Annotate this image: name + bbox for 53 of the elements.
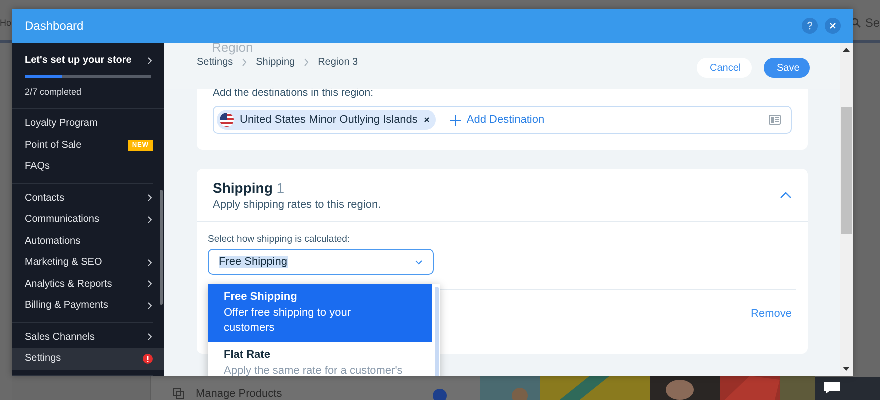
progress-text: 2/7 completed bbox=[25, 87, 82, 97]
dropdown-option[interactable]: Free Shipping Offer free shipping to your customers bbox=[208, 284, 432, 342]
sidebar-item[interactable]: Communications bbox=[12, 209, 153, 230]
sidebar-item[interactable]: Billing & Payments bbox=[12, 295, 153, 316]
breadcrumb-link[interactable]: Shipping bbox=[256, 57, 296, 68]
products-icon bbox=[173, 388, 185, 400]
help-icon[interactable] bbox=[802, 18, 818, 34]
breadcrumb-link[interactable]: Settings bbox=[197, 57, 234, 68]
add-destination-link[interactable]: Add Destination bbox=[446, 114, 549, 126]
plus-icon bbox=[450, 114, 461, 126]
window-title: Dashboard bbox=[25, 19, 84, 33]
chevron-right-icon bbox=[147, 333, 153, 342]
scroll-up-icon[interactable] bbox=[843, 48, 850, 52]
sidebar-item[interactable]: Automations bbox=[12, 230, 153, 252]
scrollbar-thumb[interactable] bbox=[435, 287, 439, 376]
scroll-down-icon[interactable] bbox=[843, 367, 850, 371]
chevron-right-icon bbox=[147, 216, 153, 224]
scrollbar-thumb[interactable] bbox=[160, 190, 163, 305]
chevron-up-icon[interactable] bbox=[780, 192, 792, 199]
chat-icon bbox=[823, 381, 841, 395]
destination-tag[interactable]: United States Minor Outlying Islands bbox=[217, 110, 436, 130]
sidebar-item[interactable]: Contacts bbox=[12, 188, 153, 209]
chevron-right-icon bbox=[242, 58, 248, 67]
flag-icon bbox=[220, 113, 234, 127]
sidebar-item[interactable]: Analytics & Reports bbox=[12, 274, 153, 295]
chevron-right-icon bbox=[147, 194, 153, 202]
search-icon[interactable] bbox=[851, 18, 862, 28]
sidebar-item[interactable]: Loyalty Program bbox=[12, 113, 153, 134]
field-label: Select how shipping is calculated: bbox=[208, 234, 352, 245]
arrow-button[interactable] bbox=[433, 389, 447, 400]
chat-button[interactable] bbox=[815, 377, 880, 400]
dropdown-option[interactable]: Flat Rate Apply the same rate for a customer's bbox=[208, 342, 432, 376]
destination-field[interactable]: United States Minor Outlying Islands Add Destination bbox=[213, 106, 792, 134]
scrollbar[interactable] bbox=[840, 43, 853, 376]
field-label: Add the destinations in this region: bbox=[213, 87, 375, 99]
tag-label: United States Minor Outlying Islands bbox=[240, 114, 418, 126]
setup-link[interactable]: Let's set up your store bbox=[25, 55, 132, 66]
sidebar-item[interactable]: Marketing & SEO bbox=[12, 252, 153, 274]
close-icon[interactable] bbox=[424, 117, 430, 123]
chevron-right-icon bbox=[147, 302, 153, 310]
section-title: Shipping 1 bbox=[213, 180, 286, 196]
sidebar-item[interactable]: Settings bbox=[12, 348, 164, 370]
list-icon[interactable] bbox=[769, 115, 781, 125]
breadcrumb-link[interactable]: Region 3 bbox=[318, 57, 358, 68]
shipping-method-dropdown[interactable]: Free Shipping bbox=[208, 249, 434, 275]
chevron-right-icon bbox=[147, 56, 153, 64]
sidebar-item[interactable]: FAQs bbox=[12, 156, 153, 178]
section-subtitle: Apply shipping rates to this region. bbox=[213, 199, 382, 211]
chevron-right-icon bbox=[304, 58, 310, 67]
sidebar-item[interactable]: Sales Channels bbox=[12, 326, 153, 348]
chevron-right-icon bbox=[147, 280, 153, 288]
chevron-right-icon bbox=[147, 258, 153, 267]
chevron-down-icon bbox=[415, 260, 423, 264]
